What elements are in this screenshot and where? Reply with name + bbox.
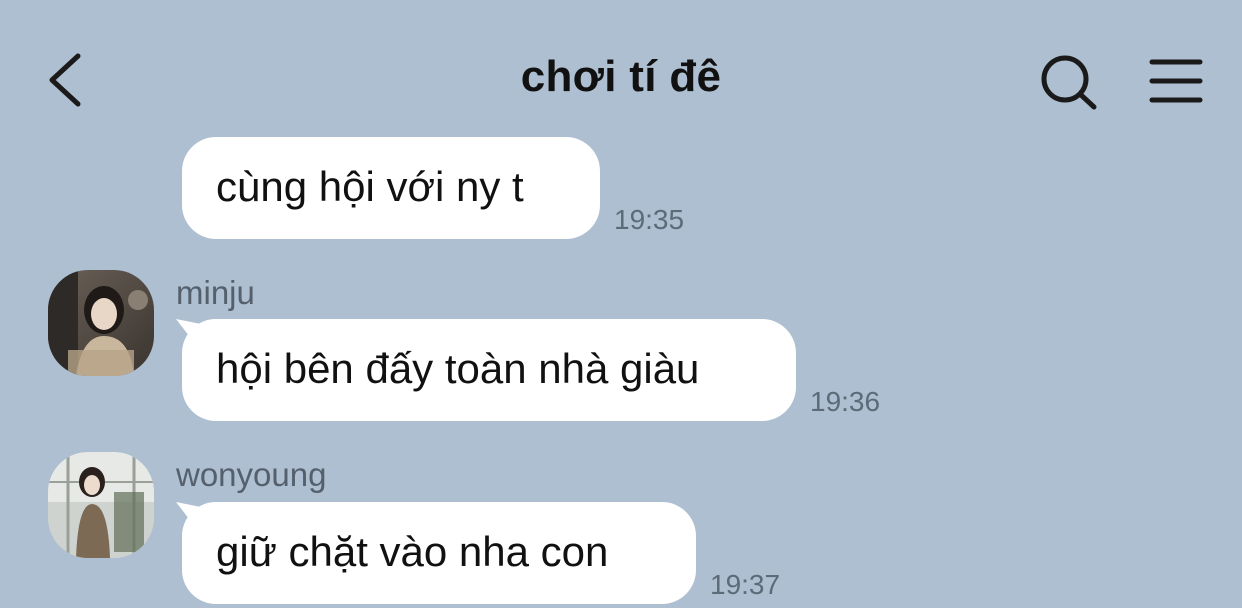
- avatar-minju[interactable]: [48, 270, 154, 376]
- message-bubble[interactable]: cùng hội với ny t: [182, 137, 600, 239]
- sender-name: wonyoung: [176, 456, 327, 493]
- avatar-photo: [48, 270, 154, 376]
- message-text: giữ chặt vào nha con: [216, 528, 609, 575]
- menu-button[interactable]: [1148, 56, 1204, 108]
- avatar-photo: [48, 452, 154, 558]
- bubble-tail: [176, 502, 206, 528]
- sender-name: minju: [176, 274, 255, 311]
- search-icon: [1041, 55, 1097, 110]
- chat-header: chơi tí đê: [0, 0, 1242, 130]
- message-text: cùng hội với ny t: [216, 163, 524, 210]
- message-timestamp: 19:37: [710, 569, 781, 600]
- hamburger-menu-icon: [1149, 59, 1203, 103]
- message-text: hội bên đấy toàn nhà giàu: [216, 345, 700, 392]
- message-timestamp: 19:36: [810, 386, 881, 417]
- message-bubble[interactable]: hội bên đấy toàn nhà giàu: [176, 319, 796, 421]
- message-bubble[interactable]: giữ chặt vào nha con: [176, 502, 696, 604]
- message-timestamp: 19:35: [614, 204, 685, 235]
- avatar-wonyoung[interactable]: [48, 452, 154, 558]
- search-button[interactable]: [1038, 52, 1102, 112]
- bubble-tail: [176, 319, 206, 345]
